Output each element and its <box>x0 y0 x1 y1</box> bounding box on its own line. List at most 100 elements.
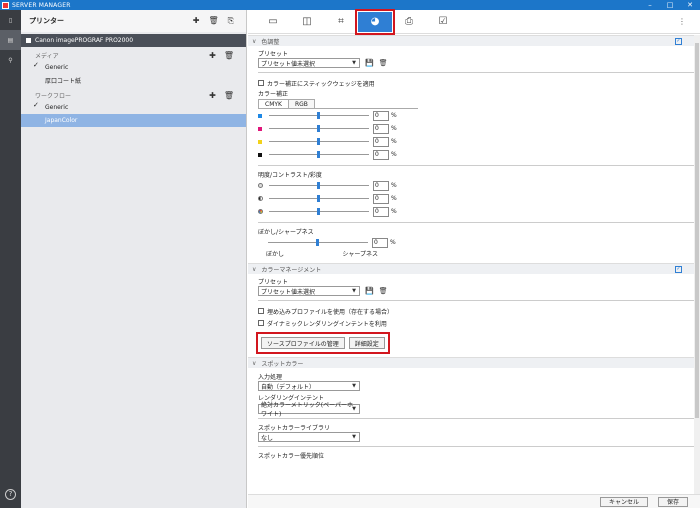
checklist-icon: ☑ <box>438 16 448 27</box>
spot-color-header[interactable]: ∨ スポットカラー <box>248 357 694 368</box>
black-value[interactable]: 0 <box>373 149 389 160</box>
black-slider[interactable] <box>269 151 369 158</box>
scrollbar-thumb[interactable] <box>695 43 699 418</box>
brightness-slider[interactable] <box>269 182 369 189</box>
printer-icon[interactable]: ▤ <box>0 30 21 50</box>
save-icon[interactable]: 💾 <box>365 287 374 295</box>
wedge-checkbox[interactable] <box>258 80 264 86</box>
color-mgmt-enable-checkbox[interactable]: ✓ <box>675 265 682 273</box>
cancel-button[interactable]: キャンセル <box>599 496 648 507</box>
workflow-section: ワークフロー ✚ 🗑 <box>21 89 246 101</box>
printer-panel: プリンター ✚ 🗑 ⎘ Canon imagePROGRAF PRO2000 メ… <box>21 10 247 508</box>
workflow-item-label: Generic <box>45 104 69 111</box>
tab-document[interactable]: ▭ <box>256 12 290 32</box>
workflow-item-japancolor[interactable]: JapanColor <box>21 114 246 127</box>
delete-icon[interactable]: 🗑 <box>379 287 388 295</box>
divider <box>258 418 694 419</box>
source-profile-button[interactable]: ソースプロファイルの管理 <box>261 337 345 349</box>
slider-knob[interactable] <box>317 125 320 132</box>
percent-label: % <box>390 239 396 246</box>
more-icon[interactable]: ⋮ <box>678 17 700 26</box>
detail-settings-button[interactable]: 詳細設定 <box>348 337 385 349</box>
vertical-scrollbar[interactable] <box>694 35 700 495</box>
workflow-item-generic[interactable]: ✓ Generic <box>21 101 246 114</box>
slider-knob[interactable] <box>317 182 320 189</box>
rendering-intent-value: 絶対カラーメトリック(ペーパーホワイト) <box>261 402 354 418</box>
tab-finish[interactable]: ☑ <box>426 12 460 32</box>
slider-knob[interactable] <box>317 151 320 158</box>
color-preset-select[interactable]: プリセット値未選択 ▼ <box>258 58 360 68</box>
media-label: メディア <box>35 52 59 60</box>
dynamic-intent-checkbox[interactable] <box>258 320 264 326</box>
workflow-label: ワークフロー <box>35 92 72 100</box>
tab-cmyk[interactable]: CMYK <box>258 99 289 108</box>
delete-workflow-icon[interactable]: 🗑 <box>224 91 234 100</box>
saturation-slider[interactable] <box>269 208 369 215</box>
slider-knob[interactable] <box>317 112 320 119</box>
tab-print[interactable]: ⎙ <box>392 12 426 32</box>
spot-library-select[interactable]: なし ▼ <box>258 432 360 442</box>
tab-color[interactable]: ◕ <box>355 8 395 35</box>
import-icon[interactable]: ⎘ <box>228 16 234 26</box>
media-item-coated[interactable]: 厚口コート紙 <box>21 74 246 87</box>
help-icon[interactable]: ? <box>5 489 16 500</box>
wedge-label: カラー補正にスティックウェッジを適用 <box>267 80 375 88</box>
save-icon[interactable]: 💾 <box>365 59 374 67</box>
settings-tabs: ▭ ◫ ⌗ ◕ ⎙ ☑ ⋮ <box>248 8 700 35</box>
percent-label: % <box>391 151 397 158</box>
cyan-value[interactable]: 0 <box>373 110 389 121</box>
input-process-label: 入力処理 <box>258 374 283 381</box>
embedded-profile-checkbox[interactable] <box>258 308 264 314</box>
magenta-value[interactable]: 0 <box>373 123 389 134</box>
title-bar: SERVER MANAGER – □ ✕ <box>0 0 700 10</box>
divider <box>258 300 694 301</box>
contrast-slider[interactable] <box>269 195 369 202</box>
server-icon[interactable]: ▯ <box>0 10 21 30</box>
workflow-item-label: JapanColor <box>45 117 78 124</box>
minimize-icon[interactable]: – <box>640 0 660 10</box>
slider-knob[interactable] <box>317 195 320 202</box>
check-icon: ✓ <box>33 101 39 109</box>
yellow-value[interactable]: 0 <box>373 136 389 147</box>
contrast-icon <box>258 196 263 201</box>
chevron-down-icon: ∨ <box>252 265 257 273</box>
tab-image[interactable]: ⌗ <box>324 12 358 32</box>
blur-max-label: シャープネス <box>342 251 378 258</box>
maximize-icon[interactable]: □ <box>660 0 680 10</box>
brightness-value[interactable]: 0 <box>373 180 389 191</box>
black-slider-row: 0 % <box>258 148 694 161</box>
magenta-slider[interactable] <box>269 125 369 132</box>
save-button[interactable]: 保存 <box>657 496 688 507</box>
input-process-select[interactable]: 自動（デフォルト） ▼ <box>258 381 360 391</box>
printer-checkbox-icon <box>26 38 31 43</box>
delete-media-icon[interactable]: 🗑 <box>224 51 234 60</box>
blur-value[interactable]: 0 <box>372 237 388 248</box>
delete-printer-icon[interactable]: 🗑 <box>208 16 218 26</box>
saturation-value[interactable]: 0 <box>373 206 389 217</box>
blur-slider[interactable] <box>268 239 368 246</box>
contrast-value[interactable]: 0 <box>373 193 389 204</box>
delete-icon[interactable]: 🗑 <box>379 59 388 67</box>
user-icon[interactable]: ⚲ <box>0 50 21 70</box>
rendering-intent-select[interactable]: 絶対カラーメトリック(ペーパーホワイト) ▼ <box>258 402 360 418</box>
print-icon: ⎙ <box>405 16 413 27</box>
slider-knob[interactable] <box>317 208 320 215</box>
slider-knob[interactable] <box>316 239 319 246</box>
cm-preset-select[interactable]: プリセット値未選択 ▼ <box>258 286 360 296</box>
add-printer-icon[interactable]: ✚ <box>193 16 200 26</box>
close-icon[interactable]: ✕ <box>680 0 700 10</box>
add-workflow-icon[interactable]: ✚ <box>209 91 216 100</box>
tab-layout[interactable]: ◫ <box>290 12 324 32</box>
color-adjust-header[interactable]: ∨ 色調整 ✓ <box>248 35 694 46</box>
cyan-slider-row: 0 % <box>258 109 694 122</box>
color-adjust-enable-checkbox[interactable]: ✓ <box>675 37 682 45</box>
brightness-slider-row: 0 % <box>258 179 694 192</box>
printer-item[interactable]: Canon imagePROGRAF PRO2000 <box>21 34 246 47</box>
tab-rgb[interactable]: RGB <box>287 99 315 108</box>
add-media-icon[interactable]: ✚ <box>209 51 216 60</box>
media-item-generic[interactable]: ✓ Generic <box>21 61 246 74</box>
cyan-slider[interactable] <box>269 112 369 119</box>
yellow-slider[interactable] <box>269 138 369 145</box>
slider-knob[interactable] <box>317 138 320 145</box>
color-mgmt-header[interactable]: ∨ カラーマネージメント ✓ <box>248 263 694 274</box>
